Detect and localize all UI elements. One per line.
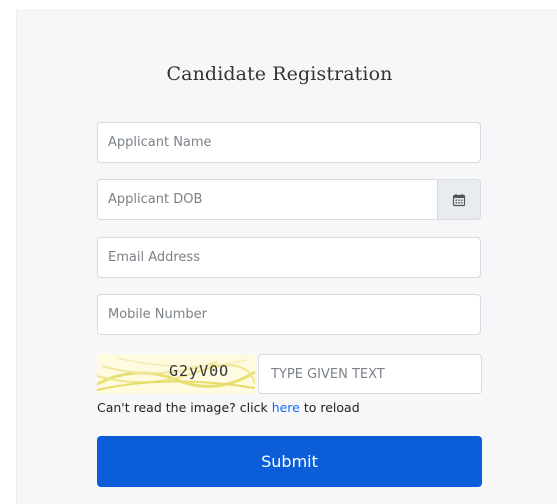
mobile-number-input[interactable] bbox=[97, 294, 481, 335]
captcha-image: G2yV0O bbox=[97, 354, 255, 394]
captcha-reload-text: Can't read the image? click here to relo… bbox=[97, 400, 360, 415]
email-address-input[interactable] bbox=[97, 237, 481, 278]
reload-prefix: Can't read the image? click bbox=[97, 400, 272, 415]
page-title: Candidate Registration bbox=[166, 63, 393, 85]
calendar-button[interactable] bbox=[437, 179, 481, 220]
applicant-dob-input[interactable] bbox=[97, 179, 437, 220]
applicant-dob-group bbox=[97, 179, 481, 220]
reload-captcha-link[interactable]: here bbox=[272, 400, 300, 415]
submit-button[interactable]: Submit bbox=[97, 436, 482, 487]
captcha-input[interactable] bbox=[258, 354, 482, 394]
captcha-text: G2yV0O bbox=[169, 362, 230, 380]
reload-suffix: to reload bbox=[299, 400, 360, 415]
calendar-icon bbox=[452, 193, 466, 206]
registration-panel: Candidate Registration Applicant Name Ap… bbox=[16, 10, 557, 504]
applicant-name-input[interactable] bbox=[97, 122, 481, 163]
